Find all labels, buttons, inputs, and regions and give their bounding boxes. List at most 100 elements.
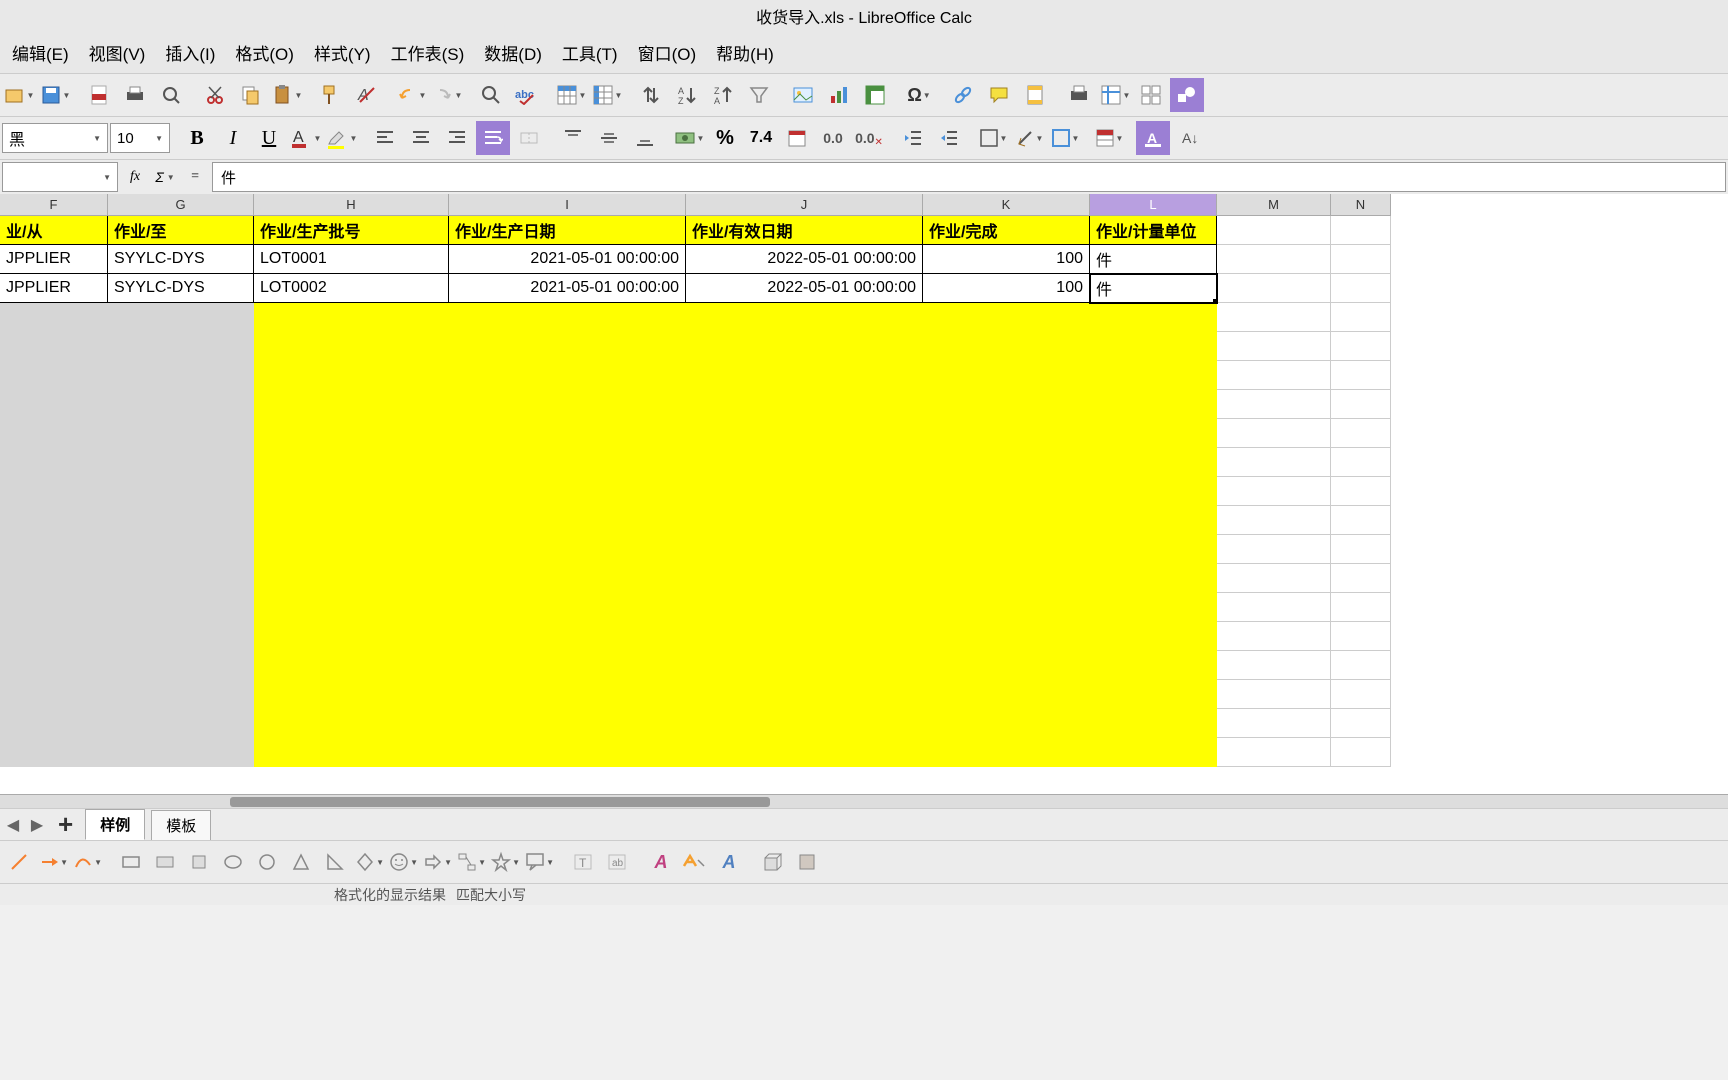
empty-cell[interactable] — [108, 535, 254, 564]
empty-cell[interactable] — [1331, 680, 1391, 709]
empty-cell[interactable] — [1331, 332, 1391, 361]
cell-H-1[interactable]: LOT0002 — [254, 274, 449, 303]
empty-cell[interactable] — [0, 564, 108, 593]
freeze-button[interactable]: ▼ — [1098, 78, 1132, 112]
empty-cell[interactable] — [1331, 390, 1391, 419]
row-button[interactable]: ▼ — [554, 78, 588, 112]
empty-cell[interactable] — [0, 622, 108, 651]
empty-cell[interactable] — [1090, 361, 1217, 390]
empty-cell[interactable] — [1331, 419, 1391, 448]
menu-view[interactable]: 视图(V) — [79, 36, 156, 69]
cell-K-1[interactable]: 100 — [923, 274, 1090, 303]
empty-cell[interactable] — [108, 390, 254, 419]
empty-cell[interactable] — [254, 361, 449, 390]
empty-cell[interactable] — [449, 419, 686, 448]
symbol-shapes-icon[interactable]: ▼ — [388, 847, 418, 877]
empty-cell[interactable] — [1217, 680, 1331, 709]
empty-cell[interactable] — [254, 506, 449, 535]
empty-cell[interactable] — [449, 535, 686, 564]
print-preview-button[interactable] — [154, 78, 188, 112]
header-L[interactable]: 作业/计量单位 — [1090, 216, 1217, 245]
col-header-M[interactable]: M — [1217, 194, 1331, 216]
empty-cell[interactable] — [0, 477, 108, 506]
menu-data[interactable]: 数据(D) — [474, 36, 552, 69]
empty-cell[interactable] — [108, 593, 254, 622]
col-header-K[interactable]: K — [923, 194, 1090, 216]
empty-cell[interactable] — [923, 419, 1090, 448]
remove-decimal-button[interactable]: 0.0✕ — [852, 121, 886, 155]
empty-cell[interactable] — [0, 593, 108, 622]
empty-cell[interactable] — [108, 709, 254, 738]
empty-cell[interactable] — [108, 622, 254, 651]
empty-cell[interactable] — [1090, 535, 1217, 564]
cell-F-1[interactable]: JPPLIER — [0, 274, 108, 303]
cell-N-1[interactable] — [1331, 274, 1391, 303]
empty-cell[interactable] — [254, 738, 449, 767]
empty-cell[interactable] — [923, 477, 1090, 506]
empty-cell[interactable] — [1217, 332, 1331, 361]
empty-cell[interactable] — [1331, 709, 1391, 738]
image-button[interactable] — [786, 78, 820, 112]
empty-cell[interactable] — [0, 332, 108, 361]
empty-cell[interactable] — [254, 680, 449, 709]
add-decimal-button[interactable]: 0.0 — [816, 121, 850, 155]
empty-cell[interactable] — [0, 535, 108, 564]
menu-format[interactable]: 格式(O) — [225, 36, 304, 69]
empty-cell[interactable] — [1090, 651, 1217, 680]
cell-styles-button[interactable]: A↓ — [1172, 121, 1206, 155]
callout-icon[interactable]: ▼ — [524, 847, 554, 877]
empty-cell[interactable] — [108, 361, 254, 390]
empty-cell[interactable] — [449, 448, 686, 477]
merge-cells-button[interactable] — [512, 121, 546, 155]
empty-cell[interactable] — [923, 448, 1090, 477]
empty-cell[interactable] — [108, 651, 254, 680]
insert-textbox-icon[interactable]: ab — [602, 847, 632, 877]
empty-cell[interactable] — [108, 419, 254, 448]
cell-G-1[interactable]: SYYLC-DYS — [108, 274, 254, 303]
fontwork-a-icon[interactable]: A — [646, 847, 676, 877]
empty-cell[interactable] — [1217, 564, 1331, 593]
empty-cell[interactable] — [1090, 680, 1217, 709]
border-style-button[interactable]: ▼ — [1012, 121, 1046, 155]
empty-cell[interactable] — [923, 651, 1090, 680]
percent-button[interactable]: % — [708, 121, 742, 155]
align-center-button[interactable] — [404, 121, 438, 155]
redo-button[interactable]: ▼ — [430, 78, 464, 112]
clear-format-button[interactable]: A — [350, 78, 384, 112]
menu-styles[interactable]: 样式(Y) — [304, 36, 381, 69]
formula-button[interactable]: = — [182, 164, 208, 190]
empty-cell[interactable] — [254, 303, 449, 332]
empty-cell[interactable] — [686, 303, 923, 332]
empty-cell[interactable] — [1090, 419, 1217, 448]
empty-cell[interactable] — [923, 680, 1090, 709]
empty-cell[interactable] — [686, 390, 923, 419]
border-color-button[interactable]: ▼ — [1048, 121, 1082, 155]
column-button[interactable]: ▼ — [590, 78, 624, 112]
name-box[interactable]: ▼ — [2, 162, 118, 192]
wrap-text-button[interactable] — [476, 121, 510, 155]
empty-cell[interactable] — [449, 332, 686, 361]
header-K[interactable]: 作业/完成 — [923, 216, 1090, 245]
empty-cell[interactable] — [1217, 506, 1331, 535]
toggle-edit-icon[interactable] — [792, 847, 822, 877]
sheet-tab-template[interactable]: 模板 — [151, 810, 211, 840]
empty-cell[interactable] — [108, 332, 254, 361]
show-draw-button[interactable] — [1170, 78, 1204, 112]
sum-button[interactable]: Σ▼ — [152, 164, 178, 190]
empty-cell[interactable] — [108, 477, 254, 506]
align-top-button[interactable] — [556, 121, 590, 155]
cell-L-0[interactable]: 件 — [1090, 245, 1217, 274]
cell-K-0[interactable]: 100 — [923, 245, 1090, 274]
empty-cell[interactable] — [1090, 564, 1217, 593]
empty-cell[interactable] — [449, 361, 686, 390]
header-G[interactable]: 作业/至 — [108, 216, 254, 245]
empty-cell[interactable] — [449, 303, 686, 332]
empty-cell[interactable] — [254, 564, 449, 593]
menu-insert[interactable]: 插入(I) — [155, 36, 225, 69]
block-arrow-icon[interactable]: ▼ — [422, 847, 452, 877]
special-char-button[interactable]: Ω▼ — [902, 78, 936, 112]
extrusion-icon[interactable] — [758, 847, 788, 877]
borders-button[interactable]: ▼ — [976, 121, 1010, 155]
align-left-button[interactable] — [368, 121, 402, 155]
increase-indent-button[interactable] — [896, 121, 930, 155]
